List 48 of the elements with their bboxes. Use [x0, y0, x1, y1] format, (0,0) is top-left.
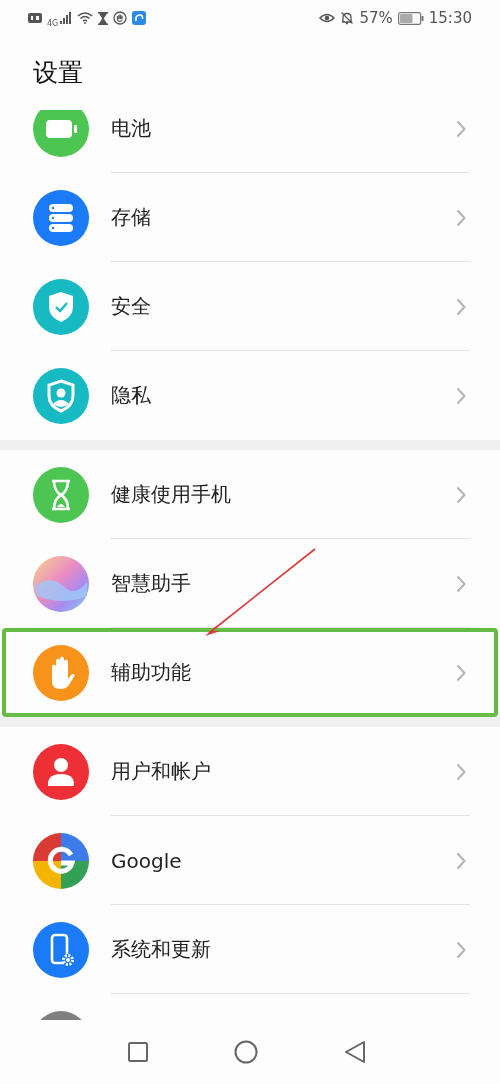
settings-item[interactable]: 系统和更新 [0, 905, 500, 994]
item-label: 辅助功能 [111, 659, 192, 686]
page-title: 设置 [32, 57, 84, 89]
item-label: 安全 [111, 293, 152, 320]
settings-item[interactable]: 用户和帐户 [0, 727, 500, 816]
item-label: 系统和更新 [111, 936, 212, 963]
settings-item[interactable]: 存储 [0, 173, 500, 262]
settings-item[interactable]: 智慧助手 [0, 539, 500, 628]
chevron-icon [456, 940, 466, 959]
clock: 15:30 [428, 9, 472, 27]
home-button[interactable] [234, 1040, 258, 1064]
chevron-icon [456, 386, 466, 405]
chevron-icon [456, 297, 466, 316]
settings-item[interactable]: 电池 [0, 110, 500, 173]
hand-badge-icon [113, 11, 128, 25]
chevron-icon [456, 663, 466, 682]
hourglass-icon [98, 11, 109, 25]
item-label: 健康使用手机 [111, 481, 232, 508]
settings-item[interactable]: 安全 [0, 262, 500, 351]
recent-apps-button[interactable] [128, 1042, 148, 1062]
item-label: 用户和帐户 [111, 758, 212, 785]
item-label: 隐私 [111, 382, 152, 409]
chevron-icon [456, 574, 466, 593]
eye-icon [319, 12, 336, 24]
signal-icon [60, 12, 73, 24]
hd-icon [28, 13, 42, 23]
item-label: 智慧助手 [111, 570, 192, 597]
item-label: Google [111, 848, 183, 873]
app-icon [132, 11, 147, 25]
chevron-icon [456, 851, 466, 870]
back-button[interactable] [344, 1040, 366, 1064]
item-label: 存储 [111, 204, 152, 231]
battery-icon [397, 11, 424, 25]
chevron-icon [456, 485, 466, 504]
bell-off-icon [340, 11, 355, 25]
chevron-icon [456, 119, 466, 138]
gradient-orb-icon [33, 555, 89, 612]
settings-item[interactable]: Google [0, 816, 500, 905]
item-label: 电池 [111, 115, 152, 142]
chevron-icon [456, 208, 466, 227]
settings-item[interactable]: 隐私 [0, 351, 500, 440]
network-type: 4G [47, 18, 59, 28]
settings-item[interactable]: 健康使用手机 [0, 450, 500, 539]
chevron-icon [456, 762, 466, 781]
wifi-icon [77, 12, 94, 24]
g-logo-icon [33, 832, 89, 889]
battery-percent: 57% [359, 9, 393, 27]
settings-item[interactable]: 辅助功能 [2, 628, 498, 717]
